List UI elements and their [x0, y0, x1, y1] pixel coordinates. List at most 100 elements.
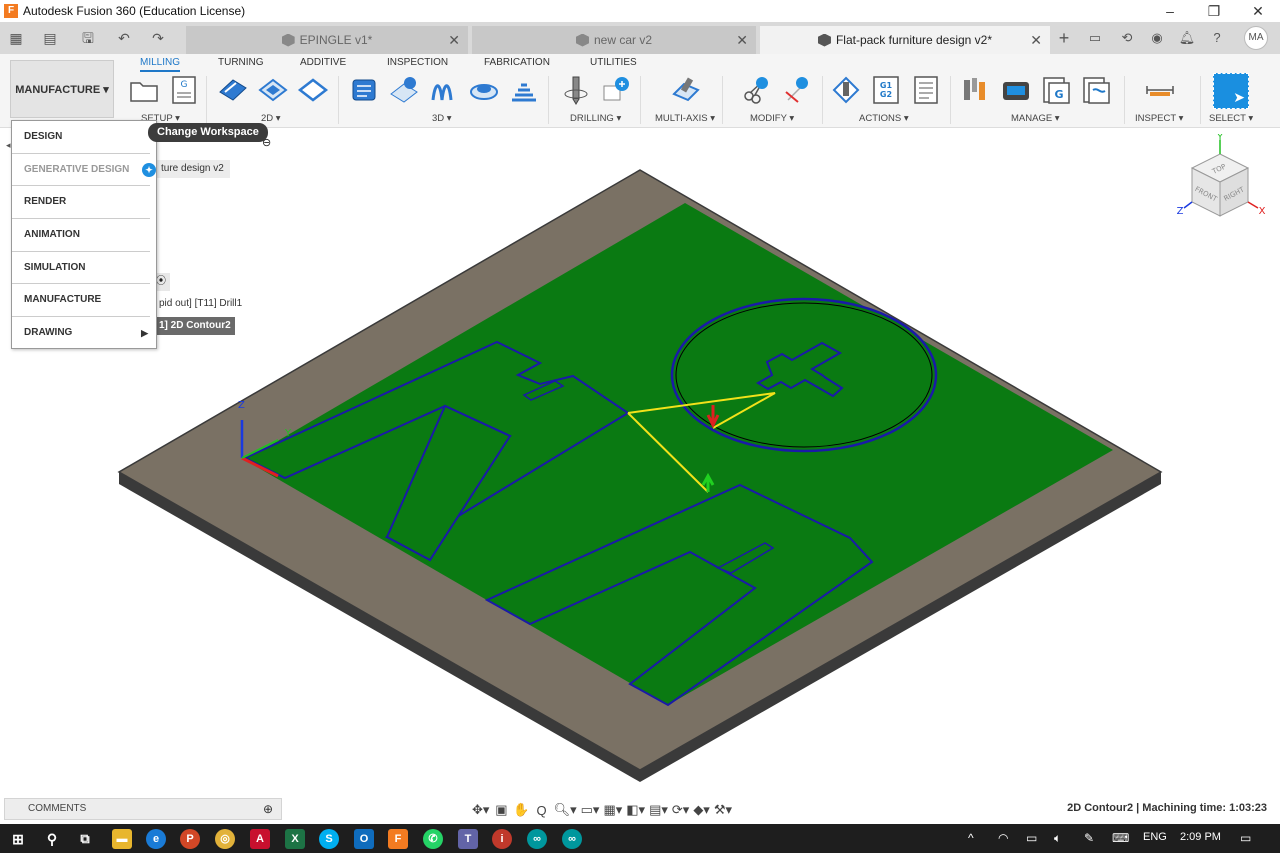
file-menu-icon[interactable]: ▤ [36, 28, 64, 48]
language-indicator[interactable]: ENG [1143, 831, 1167, 843]
adaptive-3d-icon[interactable] [348, 74, 380, 106]
display-settings-icon[interactable]: ▭▾ [581, 802, 600, 818]
keyboard-icon[interactable]: ⌨ [1112, 831, 1129, 845]
cam-scene[interactable]: Z Y [0, 128, 1280, 796]
horizontal-3d-icon[interactable] [508, 74, 540, 106]
clock[interactable]: 2:09 PM [1180, 831, 1221, 843]
pocket-3d-icon[interactable] [388, 74, 420, 106]
app-red-icon[interactable]: i [492, 829, 512, 849]
restore-button[interactable]: ❐ [1192, 0, 1236, 22]
comments-panel[interactable]: COMMENTS ⊕ [4, 798, 282, 820]
help-icon[interactable]: ? [1206, 27, 1228, 49]
drill-icon[interactable] [560, 74, 592, 106]
view-mode-icon[interactable]: ◧▾ [626, 802, 645, 818]
teams-icon[interactable]: T [458, 829, 478, 849]
search-icon[interactable]: ⚲ [42, 829, 62, 849]
workspace-design[interactable]: DESIGN [12, 121, 150, 154]
appearance-icon[interactable]: ◆▾ [693, 802, 710, 818]
grid-settings-icon[interactable]: ▦▾ [603, 802, 622, 818]
tool-display-icon[interactable]: ⚒▾ [714, 802, 732, 818]
workspace-render[interactable]: RENDER [12, 186, 150, 220]
templates-icon[interactable] [1080, 74, 1112, 106]
powerpoint-icon[interactable]: P [180, 829, 200, 849]
close-window-button[interactable]: ✕ [1236, 0, 1280, 22]
file-explorer-icon[interactable]: ▬ [112, 829, 132, 849]
delete-trim-icon[interactable] [780, 74, 812, 106]
layout-icon[interactable]: ▤▾ [649, 802, 668, 818]
refresh-icon[interactable]: ⟳▾ [672, 802, 689, 818]
adaptive-clearing-2d-icon[interactable] [257, 74, 289, 106]
tab-milling[interactable]: MILLING [140, 57, 181, 72]
tab-new-car[interactable]: new car v2 ✕ [472, 26, 756, 54]
tab-additive[interactable]: ADDITIVE [300, 57, 346, 68]
tab-inspection[interactable]: INSPECTION [387, 57, 448, 68]
drilling-group-label[interactable]: DRILLING ▾ [570, 113, 621, 124]
new-tab-icon[interactable]: + [1054, 28, 1074, 48]
panel-collapse-left-icon[interactable]: ◂ [6, 140, 11, 151]
show-hidden-icons-chevron-icon[interactable]: ^ [968, 831, 974, 845]
arduino-icon[interactable]: ∞ [527, 829, 547, 849]
workspace-generative-design[interactable]: GENERATIVE DESIGN ✦ [12, 154, 156, 187]
outlook-icon[interactable]: O [354, 829, 374, 849]
close-tab-icon[interactable]: ✕ [736, 32, 748, 49]
extensions-icon[interactable]: ⟲ [1116, 27, 1138, 49]
windows-start-icon[interactable]: ⊞ [8, 829, 28, 849]
browser-root-node[interactable]: ture design v2 [155, 160, 230, 178]
2d-group-label[interactable]: 2D ▾ [261, 113, 281, 124]
undo-icon[interactable]: ↶ [110, 28, 138, 48]
edge-browser-icon[interactable]: e [146, 829, 166, 849]
parallel-3d-icon[interactable] [428, 74, 460, 106]
3d-viewport[interactable]: Z Y TOP FRONT RIGHT Y X Z [0, 128, 1280, 796]
tab-epingle[interactable]: EPINGLE v1* ✕ [186, 26, 468, 54]
arduino-ide-icon[interactable]: ∞ [562, 829, 582, 849]
hole-recognition-icon[interactable] [600, 74, 632, 106]
notification-center-icon[interactable]: ▭ [1240, 831, 1251, 845]
excel-icon[interactable]: X [285, 829, 305, 849]
tool-library-icon[interactable] [960, 74, 992, 106]
acrobat-icon[interactable]: A [250, 829, 270, 849]
tab-fabrication[interactable]: FABRICATION [484, 57, 550, 68]
simulate-icon[interactable] [830, 74, 862, 106]
save-icon[interactable]: 🖫 [78, 28, 98, 48]
workspace-manufacture[interactable]: MANUFACTURE [12, 284, 150, 318]
select-group-label[interactable]: SELECT ▾ [1209, 113, 1253, 124]
skype-icon[interactable]: S [319, 829, 339, 849]
add-comment-icon[interactable]: ⊕ [263, 799, 273, 819]
look-at-icon[interactable]: ▣ [493, 802, 509, 818]
3d-group-label[interactable]: 3D ▾ [432, 113, 452, 124]
actions-group-label[interactable]: ACTIONS ▾ [859, 113, 909, 124]
face-2d-icon[interactable] [217, 74, 249, 106]
open-folder-setup-icon[interactable] [128, 74, 160, 106]
select-tool-button[interactable]: ➤ [1213, 73, 1249, 109]
zoom-window-icon[interactable]: 🔍︎▾ [554, 802, 577, 818]
workspace-drawing[interactable]: DRAWING ▶ [12, 317, 150, 350]
bell-icon[interactable]: 🔔︎ [1176, 27, 1198, 49]
data-panel-grid-icon[interactable]: ▦ [6, 28, 26, 48]
battery-icon[interactable]: ▭ [1026, 831, 1037, 845]
minimize-button[interactable]: – [1148, 0, 1192, 22]
post-process-icon[interactable]: G1G2 [870, 74, 902, 106]
whatsapp-icon[interactable]: ✆ [423, 829, 443, 849]
browser-operation-contour[interactable]: 1] 2D Contour2 [155, 317, 235, 335]
fusion360-taskbar-icon[interactable]: F [388, 829, 408, 849]
contour-3d-icon[interactable] [468, 74, 500, 106]
view-cube[interactable]: TOP FRONT RIGHT Y X Z [1172, 134, 1268, 230]
tab-utilities[interactable]: UTILITIES [590, 57, 637, 68]
workspace-simulation[interactable]: SIMULATION [12, 252, 150, 285]
zoom-icon[interactable]: Q [534, 803, 550, 818]
workspace-switcher-button[interactable]: MANUFACTURE ▾ [10, 60, 114, 118]
manage-group-label[interactable]: MANAGE ▾ [1011, 113, 1060, 124]
workspace-animation[interactable]: ANIMATION [12, 219, 150, 252]
notifications-chat-icon[interactable]: ▭ [1084, 27, 1106, 49]
browser-operation-drill[interactable]: pid out] [T11] Drill1 [155, 295, 246, 313]
setup-sheet-document-icon[interactable] [910, 74, 942, 106]
multi-axis-group-label[interactable]: MULTI-AXIS ▾ [655, 113, 715, 124]
tab-turning[interactable]: TURNING [218, 57, 264, 68]
chrome-icon[interactable]: ◎ [215, 829, 235, 849]
job-status-icon[interactable]: ◉ [1146, 27, 1168, 49]
pan-hand-icon[interactable]: ✋ [513, 802, 529, 818]
pen-icon[interactable]: ✎ [1084, 831, 1094, 845]
volume-icon[interactable]: 🔈︎ [1054, 831, 1061, 846]
modify-group-label[interactable]: MODIFY ▾ [750, 113, 794, 124]
wifi-icon[interactable]: ◠ [998, 831, 1008, 845]
